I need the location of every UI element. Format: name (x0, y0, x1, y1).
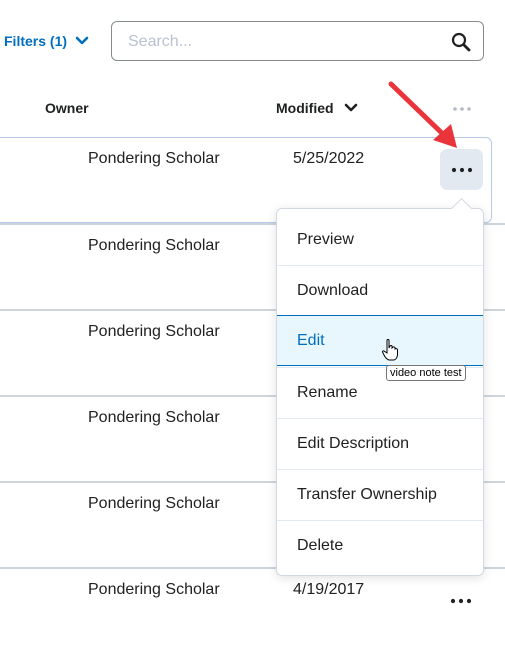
row-owner: Pondering Scholar (88, 495, 220, 512)
row-modified: 4/19/2017 (293, 581, 365, 598)
column-header-modified[interactable]: Modified (276, 100, 358, 116)
menu-item-edit[interactable]: Edit (277, 315, 483, 366)
sort-chevron-down-icon (344, 103, 357, 112)
search-icon[interactable] (451, 32, 471, 52)
context-menu: Preview Download Edit Rename Edit Descri… (276, 197, 484, 576)
tooltip: video note test (386, 365, 466, 381)
column-header-modified-label: Modified (276, 100, 334, 116)
menu-item-transfer-ownership[interactable]: Transfer Ownership (277, 469, 483, 520)
row-owner: Pondering Scholar (88, 237, 220, 254)
filters-label: Filters (1) (4, 33, 68, 49)
table-row[interactable]: Pondering Scholar 4/19/2017 (0, 567, 505, 653)
chevron-down-icon (75, 36, 89, 45)
row-more-options-icon[interactable] (448, 595, 474, 607)
row-owner: Pondering Scholar (88, 150, 220, 167)
filters-dropdown[interactable]: Filters (1) (4, 33, 89, 49)
row-owner: Pondering Scholar (88, 409, 220, 426)
row-owner: Pondering Scholar (88, 581, 220, 598)
row-owner: Pondering Scholar (88, 323, 220, 340)
menu-item-edit-description[interactable]: Edit Description (277, 418, 483, 469)
more-options-icon (451, 167, 472, 172)
menu-item-download[interactable]: Download (277, 265, 483, 316)
menu-item-preview[interactable]: Preview (277, 214, 483, 265)
search-box (111, 21, 484, 62)
column-header-owner[interactable]: Owner (45, 100, 89, 116)
search-input[interactable] (126, 22, 440, 62)
menu-item-delete[interactable]: Delete (277, 520, 483, 571)
row-modified: 5/25/2022 (293, 150, 365, 167)
hand-pointer-cursor-icon (381, 339, 398, 361)
annotation-arrow-icon (388, 81, 457, 148)
